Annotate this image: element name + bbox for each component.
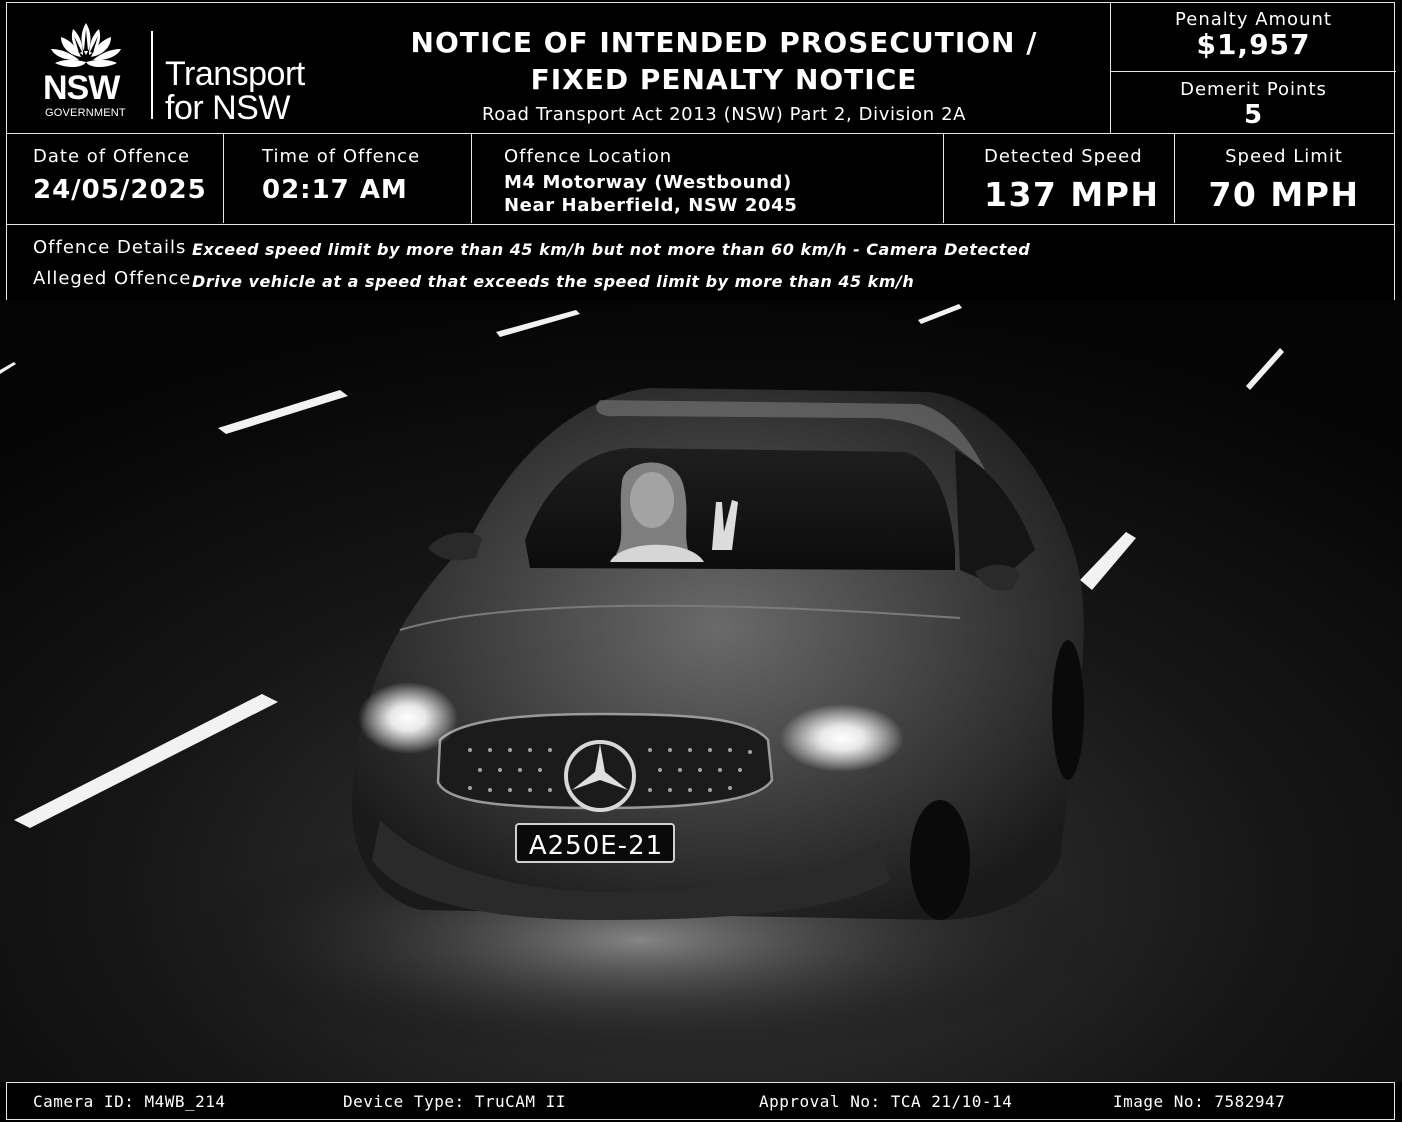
right-headlight xyxy=(780,704,904,772)
detected-speed-label: Detected Speed xyxy=(984,146,1143,167)
offence-details: Offence Details Exceed speed limit by mo… xyxy=(6,224,1395,301)
title-line-2: FIXED PENALTY NOTICE xyxy=(530,63,918,96)
location-cell: Offence Location M4 Motorway (Westbound)… xyxy=(472,134,944,223)
transport-line: Transport xyxy=(165,55,305,93)
camera-footer: Camera ID: M4WB_214 Device Type: TruCAM … xyxy=(6,1082,1395,1120)
title-line-1: NOTICE OF INTENDED PROSECUTION / xyxy=(410,26,1038,59)
approval-number: Approval No: TCA 21/10-14 xyxy=(759,1092,1013,1111)
act-reference: Road Transport Act 2013 (NSW) Part 2, Di… xyxy=(481,104,967,125)
offence-details-label: Offence Details xyxy=(33,237,187,258)
mercedes-star-icon xyxy=(564,740,636,812)
location-line-2: Near Haberfield, NSW 2045 xyxy=(504,195,798,216)
detected-speed-value: 137 MPH xyxy=(984,175,1160,214)
notice-header: NSW GOVERNMENT Transport for NSW NOTICE … xyxy=(6,1,1396,134)
device-type: Device Type: TruCAM II xyxy=(343,1092,566,1111)
location-label: Offence Location xyxy=(504,146,673,167)
penalty-box: Penalty Amount $1,957 Demerit Points 5 xyxy=(1110,1,1396,134)
camera-photo: A250E-21 xyxy=(0,300,1402,1082)
time-value: 02:17 AM xyxy=(262,175,408,205)
speed-camera-image: A250E-21 xyxy=(0,300,1402,1082)
penalty-amount-cell: Penalty Amount $1,957 xyxy=(1111,2,1396,72)
date-label: Date of Offence xyxy=(33,146,191,167)
demerit-points-cell: Demerit Points 5 xyxy=(1111,72,1396,133)
transport-nsw-logo: NSW GOVERNMENT Transport for NSW xyxy=(37,19,337,125)
alleged-offence-label: Alleged Offence xyxy=(33,268,192,289)
penalty-amount-label: Penalty Amount xyxy=(1175,8,1332,30)
left-headlight xyxy=(358,682,458,754)
for-nsw-line: for NSW xyxy=(165,89,290,127)
date-cell: Date of Offence 24/05/2025 xyxy=(7,134,224,223)
offence-details-text: Exceed speed limit by more than 45 km/h … xyxy=(192,240,1031,259)
offence-info-row: Date of Offence 24/05/2025 Time of Offen… xyxy=(6,133,1395,225)
transport-for-nsw-wordmark: Transport for NSW xyxy=(165,57,305,125)
demerit-points-value: 5 xyxy=(1243,99,1264,130)
number-plate-text: A250E-21 xyxy=(529,831,663,861)
speed-limit-value: 70 MPH xyxy=(1208,175,1360,214)
image-number: Image No: 7582947 xyxy=(1113,1092,1286,1111)
waratah-icon xyxy=(51,23,121,68)
time-label: Time of Offence xyxy=(262,146,421,167)
penalty-amount-value: $1,957 xyxy=(1196,27,1311,61)
notice-title: NOTICE OF INTENDED PROSECUTION / FIXED P… xyxy=(337,3,1111,133)
logo-divider xyxy=(151,31,153,119)
camera-id: Camera ID: M4WB_214 xyxy=(33,1092,226,1111)
location-line-1: M4 Motorway (Westbound) xyxy=(504,172,792,193)
alleged-offence-text: Drive vehicle at a speed that exceeds th… xyxy=(192,272,915,291)
demerit-points-label: Demerit Points xyxy=(1180,78,1327,100)
number-plate: A250E-21 xyxy=(515,823,675,863)
date-value: 24/05/2025 xyxy=(33,175,207,205)
government-wordmark: GOVERNMENT xyxy=(45,107,126,119)
time-cell: Time of Offence 02:17 AM xyxy=(224,134,472,223)
speed-limit-label: Speed Limit xyxy=(1225,146,1343,167)
speed-limit-cell: Speed Limit 70 MPH xyxy=(1175,134,1393,223)
nsw-wordmark: NSW xyxy=(43,69,120,107)
detected-speed-cell: Detected Speed 137 MPH xyxy=(944,134,1175,223)
